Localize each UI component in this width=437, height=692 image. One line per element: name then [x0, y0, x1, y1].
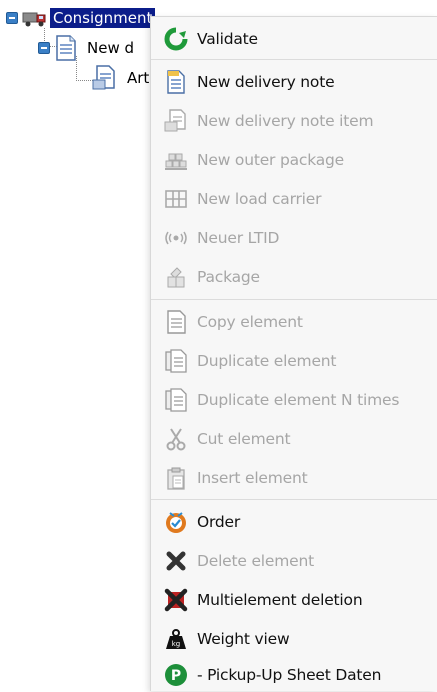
menu-item-label: - Pickup-Up Sheet Daten — [197, 666, 382, 684]
menu-item-delete-element[interactable]: Delete element — [151, 544, 437, 578]
tree-node-root[interactable]: Consignment — [6, 6, 156, 30]
menu-item-weight-view[interactable]: kg Weight view — [151, 622, 437, 656]
svg-text:kg: kg — [172, 640, 181, 648]
menu-item-label: Neuer LTID — [197, 229, 280, 247]
menu-item-label: Cut element — [197, 430, 291, 448]
menu-item-label: New delivery note item — [197, 112, 374, 130]
paste-icon — [163, 465, 189, 491]
delivery-note-icon — [163, 69, 189, 95]
menu-item-multielement-deletion[interactable]: Multielement deletion — [151, 583, 437, 617]
menu-item-label: Insert element — [197, 469, 308, 487]
menu-item-label: New load carrier — [197, 190, 322, 208]
truck-icon — [22, 9, 48, 27]
weight-icon: kg — [163, 626, 189, 652]
tree-label-article[interactable]: Art — [124, 68, 152, 88]
multi-delete-icon — [163, 587, 189, 613]
document-icon — [54, 35, 78, 61]
validate-icon — [163, 26, 189, 52]
menu-item-label: Duplicate element — [197, 352, 337, 370]
menu-item-label: New outer package — [197, 151, 344, 169]
menu-item-order[interactable]: Order — [151, 505, 437, 539]
tree-label-delivery-note[interactable]: New d — [84, 38, 137, 58]
menu-item-label: Duplicate element N times — [197, 391, 400, 409]
menu-item-duplicate-element-n-times[interactable]: Duplicate element N times — [151, 383, 437, 417]
delete-icon — [163, 548, 189, 574]
duplicate-n-icon — [163, 387, 189, 413]
menu-separator — [151, 299, 437, 300]
menu-item-label: New delivery note — [197, 73, 335, 91]
menu-item-duplicate-element[interactable]: Duplicate element — [151, 344, 437, 378]
menu-item-pickup-sheet[interactable]: P - Pickup-Up Sheet Daten — [151, 658, 437, 692]
menu-separator — [151, 59, 437, 60]
menu-item-new-delivery-note[interactable]: New delivery note — [151, 65, 437, 99]
copy-icon — [163, 309, 189, 335]
tree-node-delivery-note[interactable]: New d — [38, 35, 137, 61]
menu-item-neuer-ltid[interactable]: Neuer LTID — [151, 221, 437, 255]
outer-package-icon — [163, 147, 189, 173]
menu-item-new-outer-package[interactable]: New outer package — [151, 143, 437, 177]
duplicate-icon — [163, 348, 189, 374]
menu-item-label: Delete element — [197, 552, 314, 570]
menu-item-label: Multielement deletion — [197, 591, 363, 609]
menu-item-label: Validate — [197, 30, 258, 48]
document-item-icon — [92, 65, 118, 91]
pickup-sheet-icon: P — [163, 662, 189, 688]
tree-label-consignment[interactable]: Consignment — [50, 8, 156, 28]
menu-item-copy-element[interactable]: Copy element — [151, 305, 437, 339]
context-menu: Validate New delivery note New delivery — [150, 16, 437, 691]
menu-item-cut-element[interactable]: Cut element — [151, 422, 437, 456]
order-icon — [163, 509, 189, 535]
collapse-toggle[interactable] — [38, 42, 50, 54]
scissors-icon — [163, 426, 189, 452]
package-icon — [163, 264, 189, 290]
ltid-icon — [163, 225, 189, 251]
menu-item-new-delivery-note-item[interactable]: New delivery note item — [151, 104, 437, 138]
svg-text:P: P — [171, 668, 181, 684]
menu-item-validate[interactable]: Validate — [151, 22, 437, 56]
menu-item-label: Order — [197, 513, 241, 531]
load-carrier-icon — [163, 186, 189, 212]
menu-item-new-load-carrier[interactable]: New load carrier — [151, 182, 437, 216]
menu-item-package[interactable]: Package — [151, 260, 437, 294]
menu-item-insert-element[interactable]: Insert element — [151, 461, 437, 495]
menu-item-label: Copy element — [197, 313, 303, 331]
tree-node-article[interactable]: Art — [92, 65, 152, 91]
collapse-toggle[interactable] — [6, 12, 18, 24]
menu-item-label: Package — [197, 268, 260, 286]
menu-item-label: Weight view — [197, 630, 290, 648]
delivery-note-item-icon — [163, 108, 189, 134]
menu-separator — [151, 499, 437, 500]
